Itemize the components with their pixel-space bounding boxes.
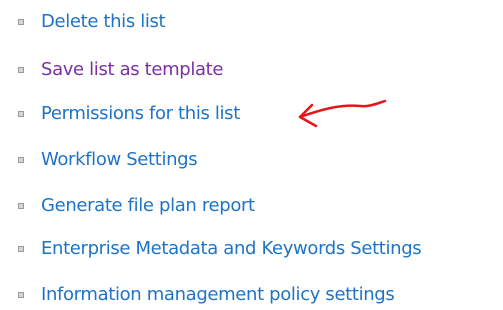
square-bullet-icon (18, 111, 24, 117)
list-item: Information management policy settings (0, 280, 503, 310)
list-item: Workflow Settings (0, 145, 503, 175)
square-bullet-icon (18, 157, 24, 163)
policy-settings-link[interactable]: Information management policy settings (41, 283, 395, 307)
list-item: Permissions for this list (0, 99, 503, 129)
square-bullet-icon (18, 246, 24, 252)
hand-drawn-arrow-icon (298, 99, 387, 128)
delete-list-link[interactable]: Delete this list (41, 10, 166, 34)
list-item: Enterprise Metadata and Keywords Setting… (0, 234, 503, 264)
list-item: Save list as template (0, 55, 503, 85)
permissions-link[interactable]: Permissions for this list (41, 102, 240, 126)
square-bullet-icon (18, 292, 24, 298)
square-bullet-icon (18, 19, 24, 25)
workflow-settings-link[interactable]: Workflow Settings (41, 148, 198, 172)
square-bullet-icon (18, 203, 24, 209)
save-as-template-link[interactable]: Save list as template (41, 58, 223, 82)
list-item: Delete this list (0, 7, 503, 37)
arrow-shaft (298, 99, 387, 119)
metadata-keywords-settings-link[interactable]: Enterprise Metadata and Keywords Setting… (41, 237, 422, 261)
square-bullet-icon (18, 67, 24, 73)
file-plan-report-link[interactable]: Generate file plan report (41, 194, 255, 218)
list-item: Generate file plan report (0, 191, 503, 221)
